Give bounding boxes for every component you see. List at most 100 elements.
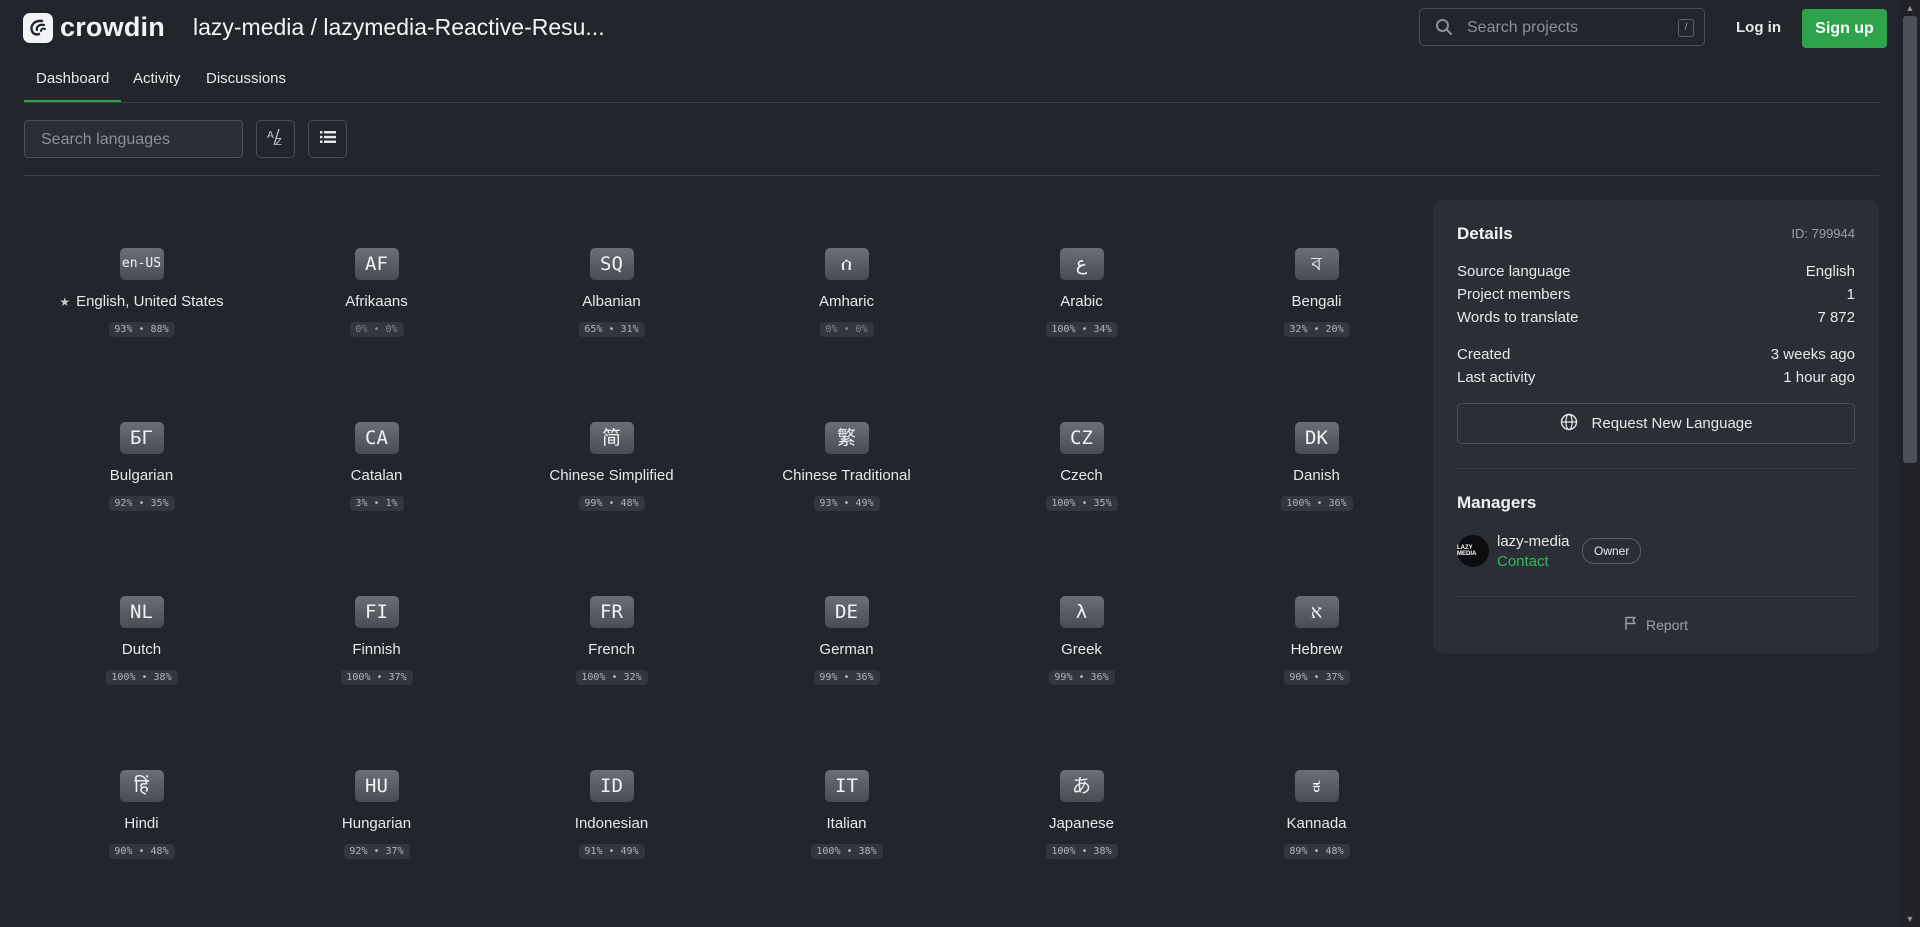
language-code-badge: CZ xyxy=(1059,422,1104,454)
avatar-text: LAZY MEDIA xyxy=(1457,545,1477,557)
language-tile[interactable]: 简 Chinese Simplified 99% • 48% xyxy=(494,374,729,548)
language-tile[interactable]: ID Indonesian 91% • 49% xyxy=(494,722,729,896)
language-name-text: Danish xyxy=(1293,467,1340,484)
language-name: Catalan xyxy=(259,467,494,484)
report-link[interactable]: Report xyxy=(1433,616,1879,633)
language-name: Hebrew xyxy=(1199,641,1434,658)
contact-link[interactable]: Contact xyxy=(1497,553,1549,570)
language-progress-stats: 90% • 48% xyxy=(108,844,175,859)
project-id: ID: 799944 xyxy=(1791,226,1855,241)
language-tile[interactable]: AF Afrikaans 0% • 0% xyxy=(259,200,494,374)
toolbar-divider xyxy=(24,175,1879,176)
signup-button[interactable]: Sign up xyxy=(1802,9,1887,48)
language-name: Bengali xyxy=(1199,293,1434,310)
owner-badge: Owner xyxy=(1582,538,1642,564)
language-progress-stats: 3% • 1% xyxy=(349,496,404,511)
language-code-badge: DE xyxy=(824,596,869,628)
language-tile[interactable]: CA Catalan 3% • 1% xyxy=(259,374,494,548)
star-icon: ★ xyxy=(59,295,71,309)
managers-title: Managers xyxy=(1457,493,1537,512)
language-name: Danish xyxy=(1199,467,1434,484)
language-name: Finnish xyxy=(259,641,494,658)
language-progress-stats: 90% • 37% xyxy=(1283,670,1350,685)
language-tile[interactable]: हिं Hindi 90% • 48% xyxy=(24,722,259,896)
language-name: Chinese Simplified xyxy=(494,467,729,484)
language-tile[interactable]: あ Japanese 100% • 38% xyxy=(964,722,1199,896)
language-tile[interactable]: БГ Bulgarian 92% • 35% xyxy=(24,374,259,548)
language-tile[interactable]: ಕ Kannada 89% • 48% xyxy=(1199,722,1434,896)
tab-activity[interactable]: Activity xyxy=(133,70,181,87)
language-progress-stats: 99% • 36% xyxy=(1048,670,1115,685)
search-projects-input[interactable]: Search projects / xyxy=(1419,8,1705,46)
tab-dashboard[interactable]: Dashboard xyxy=(23,70,122,102)
language-name: Italian xyxy=(729,815,964,832)
detail-row-created: Created 3 weeks ago xyxy=(1457,346,1855,363)
language-name-text: Afrikaans xyxy=(345,293,408,310)
crowdin-logo[interactable]: crowdin xyxy=(23,12,165,43)
sort-button[interactable]: A Z xyxy=(256,120,295,158)
language-name: Hungarian xyxy=(259,815,494,832)
language-name: Indonesian xyxy=(494,815,729,832)
language-progress-stats: 100% • 35% xyxy=(1045,496,1118,511)
language-tile[interactable]: FI Finnish 100% • 37% xyxy=(259,548,494,722)
language-code-badge: हिं xyxy=(119,770,164,802)
language-tile[interactable]: ع Arabic 100% • 34% xyxy=(964,200,1199,374)
language-code-badge: ሰ xyxy=(824,248,869,280)
details-title: Details xyxy=(1457,224,1513,243)
language-tile[interactable]: א Hebrew 90% • 37% xyxy=(1199,548,1434,722)
language-tile[interactable]: FR French 100% • 32% xyxy=(494,548,729,722)
list-view-icon xyxy=(319,130,336,149)
language-name-text: Greek xyxy=(1061,641,1102,658)
project-title[interactable]: lazy-media / lazymedia-Reactive-Resu... xyxy=(193,14,633,41)
scroll-down-arrow-icon[interactable]: ▼ xyxy=(1905,914,1915,924)
tab-discussions[interactable]: Discussions xyxy=(206,70,286,87)
request-new-language-label: Request New Language xyxy=(1591,415,1753,432)
language-tile[interactable]: IT Italian 100% • 38% xyxy=(729,722,964,896)
request-new-language-button[interactable]: Request New Language xyxy=(1457,403,1855,444)
language-name: Bulgarian xyxy=(24,467,259,484)
language-name: Dutch xyxy=(24,641,259,658)
detail-label: Created xyxy=(1457,346,1511,363)
language-code-badge: SQ xyxy=(589,248,634,280)
language-name-text: Catalan xyxy=(350,467,403,484)
language-name-text: Arabic xyxy=(1060,293,1103,310)
language-progress-stats: 65% • 31% xyxy=(578,322,645,337)
language-progress-stats: 100% • 34% xyxy=(1045,322,1118,337)
language-tile[interactable]: DK Danish 100% • 36% xyxy=(1199,374,1434,548)
page-scrollbar[interactable]: ▲ ▼ xyxy=(1900,0,1920,927)
language-code-badge: en-US xyxy=(119,248,164,280)
language-code-badge: NL xyxy=(119,596,164,628)
login-link[interactable]: Log in xyxy=(1736,19,1781,36)
language-code-badge: ব xyxy=(1294,248,1339,280)
language-name-text: Hungarian xyxy=(341,815,412,832)
scrollbar-thumb[interactable] xyxy=(1903,16,1917,463)
language-name: Greek xyxy=(964,641,1199,658)
language-name-text: Indonesian xyxy=(574,815,649,832)
language-code-badge: ID xyxy=(589,770,634,802)
language-tile[interactable]: ሰ Amharic 0% • 0% xyxy=(729,200,964,374)
top-bar: crowdin lazy-media / lazymedia-Reactive-… xyxy=(0,0,1900,56)
language-code-badge: λ xyxy=(1059,596,1104,628)
language-progress-stats: 100% • 38% xyxy=(1045,844,1118,859)
language-tile[interactable]: en-US ★ English, United States 93% • 88% xyxy=(24,200,259,374)
globe-icon xyxy=(1560,413,1592,435)
language-code-badge: あ xyxy=(1059,770,1104,802)
search-languages-input[interactable]: Search languages xyxy=(24,120,243,158)
detail-label: Project members xyxy=(1457,286,1571,303)
language-tile[interactable]: NL Dutch 100% • 38% xyxy=(24,548,259,722)
language-name-text: Czech xyxy=(1060,467,1103,484)
language-tile[interactable]: λ Greek 99% • 36% xyxy=(964,548,1199,722)
language-tile[interactable]: SQ Albanian 65% • 31% xyxy=(494,200,729,374)
language-tile[interactable]: ব Bengali 32% • 20% xyxy=(1199,200,1434,374)
language-grid: en-US ★ English, United States 93% • 88% AF A… xyxy=(24,200,1434,896)
view-toggle-button[interactable] xyxy=(308,120,347,158)
language-tile[interactable]: 繁 Chinese Traditional 93% • 49% xyxy=(729,374,964,548)
language-tile[interactable]: DE German 99% • 36% xyxy=(729,548,964,722)
search-projects-placeholder: Search projects xyxy=(1467,19,1579,36)
scroll-up-arrow-icon[interactable]: ▲ xyxy=(1905,3,1915,13)
language-progress-stats: 91% • 49% xyxy=(578,844,645,859)
avatar[interactable]: LAZY MEDIA xyxy=(1457,535,1489,567)
language-tile[interactable]: HU Hungarian 92% • 37% xyxy=(259,722,494,896)
manager-name[interactable]: lazy-media xyxy=(1497,533,1570,550)
language-tile[interactable]: CZ Czech 100% • 35% xyxy=(964,374,1199,548)
